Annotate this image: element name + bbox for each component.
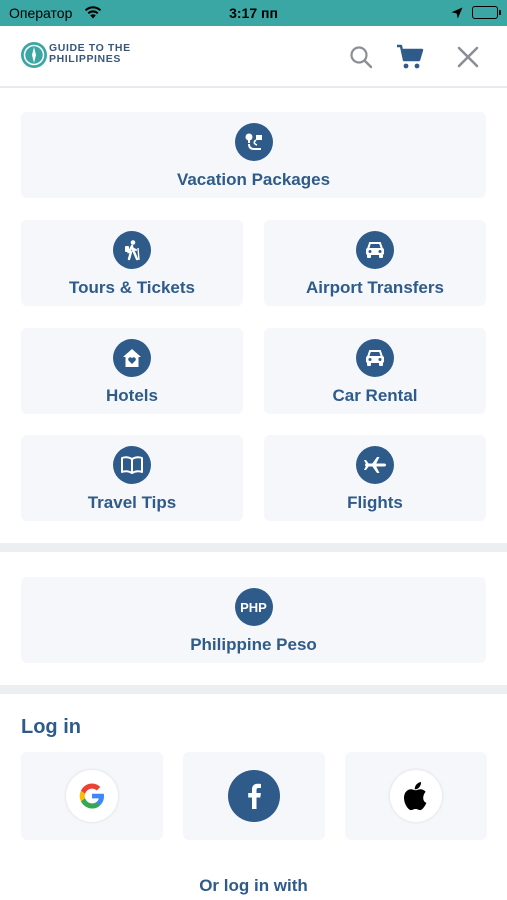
hotels-button[interactable]: Hotels: [21, 328, 243, 414]
google-login-button[interactable]: [21, 752, 163, 840]
airport-transfers-button[interactable]: Airport Transfers: [264, 220, 486, 306]
vacation-packages-button[interactable]: Vacation Packages: [21, 112, 486, 198]
flights-button[interactable]: Flights: [264, 435, 486, 521]
location-arrow-icon: [451, 6, 463, 24]
home-heart-icon: [113, 339, 151, 377]
travel-tips-label: Travel Tips: [87, 493, 177, 512]
app-header: GUIDE TO THE PHILIPPINES: [0, 26, 507, 88]
status-bar: Оператор 3:17 пп: [0, 0, 507, 26]
apple-icon: [390, 770, 442, 822]
car-rental-button[interactable]: Car Rental: [264, 328, 486, 414]
hotels-label: Hotels: [106, 386, 158, 405]
book-icon: [113, 446, 151, 484]
or-login-with-text: Or log in with: [199, 876, 308, 895]
currency-code: PHP: [240, 599, 267, 615]
tours-tickets-label: Tours & Tickets: [69, 278, 195, 297]
apple-login-button[interactable]: [345, 752, 487, 840]
currency-selector-button[interactable]: PHP Philippine Peso: [21, 577, 486, 663]
section-divider: [0, 685, 507, 694]
hiker-icon: [113, 231, 151, 269]
car-icon: [356, 231, 394, 269]
flights-label: Flights: [347, 493, 403, 512]
facebook-icon: [228, 770, 280, 822]
vacation-packages-label: Vacation Packages: [176, 170, 331, 189]
facebook-login-button[interactable]: [183, 752, 325, 840]
currency-label: Philippine Peso: [190, 635, 317, 654]
tours-tickets-button[interactable]: Tours & Tickets: [21, 220, 243, 306]
route-map-icon: [234, 123, 273, 161]
logo-line-2: PHILIPPINES: [49, 53, 121, 65]
car-rental-label: Car Rental: [332, 386, 418, 405]
battery-icon: [472, 6, 501, 19]
currency-badge: PHP: [234, 588, 273, 626]
cart-icon[interactable]: [393, 40, 427, 74]
airport-transfers-label: Airport Transfers: [306, 278, 444, 297]
google-icon: [66, 770, 118, 822]
car-icon: [356, 339, 394, 377]
compass-logo-icon[interactable]: [20, 41, 48, 74]
section-divider: [0, 543, 507, 552]
clock: 3:17 пп: [229, 5, 278, 21]
search-icon[interactable]: [344, 40, 378, 74]
travel-tips-button[interactable]: Travel Tips: [21, 435, 243, 521]
close-icon[interactable]: [451, 40, 485, 74]
login-title: Log in: [21, 716, 81, 738]
airplane-icon: [356, 446, 394, 484]
brand-logo-text[interactable]: GUIDE TO THE PHILIPPINES: [49, 43, 131, 65]
